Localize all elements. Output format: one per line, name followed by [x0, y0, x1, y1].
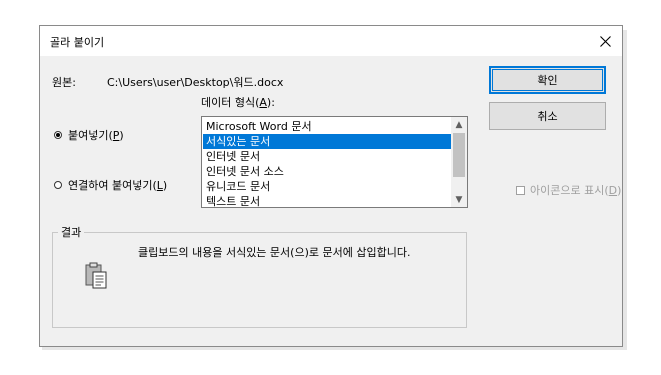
source-label: 원본: [52, 76, 76, 89]
scroll-up-icon[interactable]: ▲ [451, 117, 467, 132]
display-as-icon-label: 아이콘으로 표시(D) [530, 184, 622, 197]
paste-special-dialog: 골라 붙이기 원본: C:\Users\user\Desktop\워드.docx… [39, 25, 623, 347]
format-listbox[interactable]: Microsoft Word 문서 서식있는 문서 인터넷 문서 인터넷 문서 … [201, 116, 468, 208]
format-item[interactable]: 인터넷 문서 [203, 149, 451, 164]
result-group-label: 결과 [58, 224, 85, 240]
format-scrollbar[interactable]: ▲ ▼ [451, 117, 467, 207]
ok-button[interactable]: 확인 [489, 66, 606, 94]
format-label: 데이터 형식(A): [201, 96, 275, 109]
paste-link-radio-dot[interactable] [54, 181, 62, 189]
format-item-selected[interactable]: 서식있는 문서 [203, 134, 451, 149]
source-path: C:\Users\user\Desktop\워드.docx [107, 76, 284, 89]
close-icon [599, 35, 611, 47]
scroll-thumb[interactable] [453, 133, 465, 177]
display-as-icon-box[interactable] [516, 185, 525, 195]
scroll-down-icon[interactable]: ▼ [451, 192, 467, 207]
dialog-title: 골라 붙이기 [50, 36, 105, 49]
result-description: 클립보드의 내용을 서식있는 문서(으)로 문서에 삽입합니다. [138, 246, 411, 259]
cancel-button[interactable]: 취소 [489, 102, 606, 130]
paste-link-radio[interactable]: 연결하여 붙여넣기(L) [54, 177, 167, 193]
paste-radio-dot[interactable] [54, 131, 62, 139]
display-as-icon-checkbox[interactable]: 아이콘으로 표시(D) [516, 182, 621, 198]
format-list: Microsoft Word 문서 서식있는 문서 인터넷 문서 인터넷 문서 … [203, 119, 451, 207]
paste-radio-label: 붙여넣기(P) [68, 129, 124, 142]
close-button[interactable] [588, 26, 622, 56]
format-item[interactable]: 인터넷 문서 소스 [203, 164, 451, 179]
paste-link-radio-label: 연결하여 붙여넣기(L) [68, 179, 168, 192]
format-item[interactable]: Microsoft Word 문서 [203, 119, 451, 134]
clipboard-icon [85, 262, 107, 289]
paste-radio[interactable]: 붙여넣기(P) [54, 127, 124, 143]
title-bar[interactable]: 골라 붙이기 [40, 26, 622, 56]
format-item[interactable]: 텍스트 문서 [203, 194, 451, 207]
format-item[interactable]: 유니코드 문서 [203, 179, 451, 194]
